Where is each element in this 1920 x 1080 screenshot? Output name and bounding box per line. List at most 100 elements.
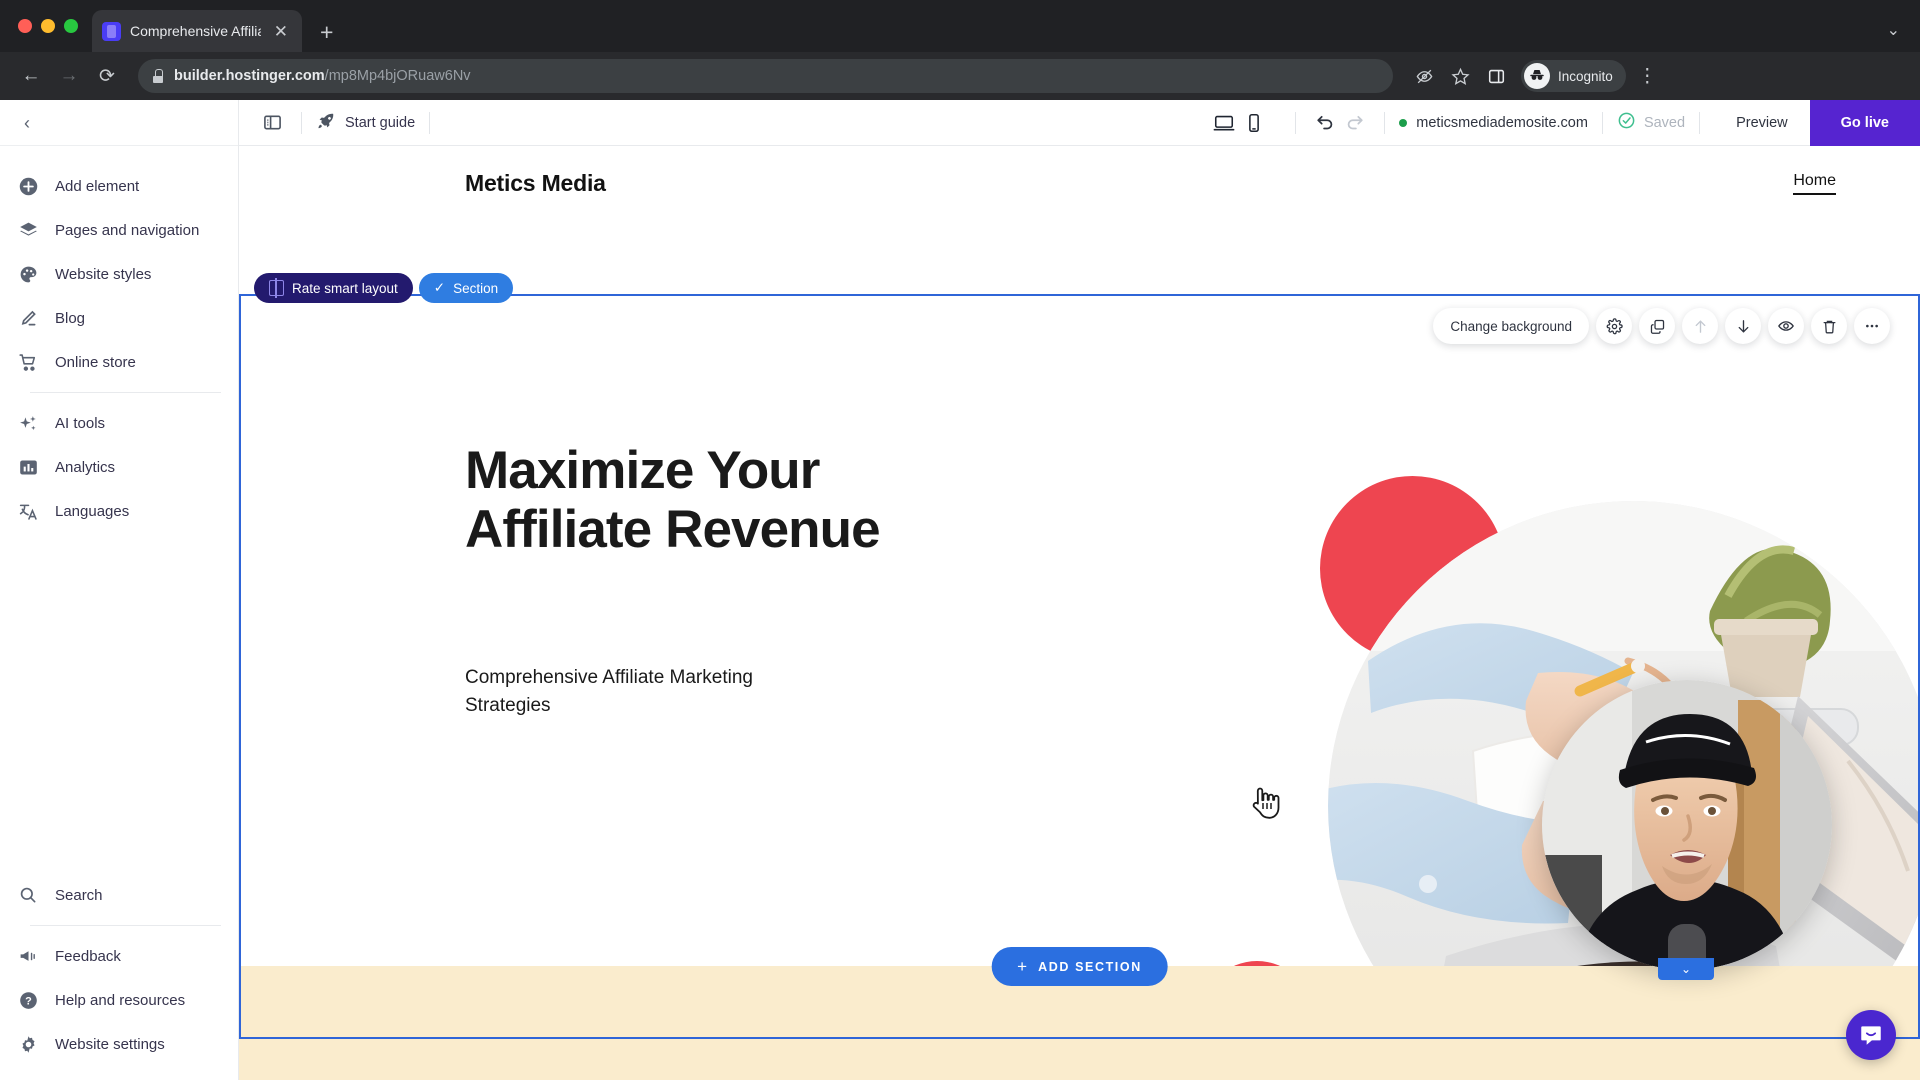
plus-icon: + xyxy=(1017,956,1028,976)
sidebar-item-website-settings[interactable]: Website settings xyxy=(0,1022,238,1066)
topbar-divider xyxy=(1384,111,1386,134)
presenter-webcam-circle[interactable] xyxy=(1542,680,1832,970)
eye-off-icon[interactable] xyxy=(1407,59,1441,93)
window-minimize-button[interactable] xyxy=(41,19,55,33)
browser-tab-title: Comprehensive Affiliate Marke xyxy=(130,23,261,39)
topbar-divider xyxy=(429,111,431,134)
hero-title[interactable]: Maximize Your Affiliate Revenue xyxy=(465,221,1105,560)
section-badge-label: Section xyxy=(453,280,499,296)
sidebar-item-pages-and-navigation[interactable]: Pages and navigation xyxy=(0,208,238,252)
add-section-label: ADD SECTION xyxy=(1038,959,1142,974)
rate-smart-layout-badge[interactable]: Rate smart layout xyxy=(254,273,413,303)
nav-link-home[interactable]: Home xyxy=(1793,172,1836,195)
side-panel-icon[interactable] xyxy=(1479,59,1513,93)
cart-icon xyxy=(17,351,39,373)
url-domain: builder.hostinger.com xyxy=(174,68,325,84)
address-bar-text: builder.hostinger.com/mp8Mp4bjORuaw6Nv xyxy=(174,68,471,84)
visibility-icon[interactable] xyxy=(1768,308,1804,344)
address-bar[interactable]: builder.hostinger.com/mp8Mp4bjORuaw6Nv xyxy=(138,59,1393,93)
topbar-divider xyxy=(1295,111,1297,134)
hero-subtitle[interactable]: Comprehensive Affiliate Marketing Strate… xyxy=(465,664,805,721)
webcam-collapse-button[interactable]: ⌄ xyxy=(1658,958,1714,980)
window-close-button[interactable] xyxy=(18,19,32,33)
sidebar-item-feedback[interactable]: Feedback xyxy=(0,934,238,978)
window-traffic-lights[interactable] xyxy=(14,0,92,52)
question-circle-icon: ? xyxy=(17,989,39,1011)
sidebar-item-ai-tools[interactable]: AI tools xyxy=(0,401,238,445)
sparkles-icon xyxy=(17,412,39,434)
sidebar-item-label: Website settings xyxy=(55,1035,165,1053)
forward-icon[interactable]: → xyxy=(52,59,86,93)
section-toolbar: Change background xyxy=(1433,308,1890,344)
saved-status: Saved xyxy=(1617,111,1685,134)
section-badge[interactable]: ✓ Section xyxy=(418,273,514,303)
sidebar-item-label: Add element xyxy=(55,177,140,195)
sidebar-item-label: Blog xyxy=(55,309,86,327)
sidebar-item-search[interactable]: Search xyxy=(0,873,238,917)
browser-tab[interactable]: Comprehensive Affiliate Marke ✕ xyxy=(92,10,302,52)
sidebar-item-add-element[interactable]: Add element xyxy=(0,164,238,208)
sidebar-item-blog[interactable]: Blog xyxy=(0,296,238,340)
move-down-icon[interactable] xyxy=(1725,308,1761,344)
site-domain-label: meticsmediademosite.com xyxy=(1416,114,1588,131)
topbar-divider xyxy=(301,111,302,134)
section-badges: Rate smart layout ✓ Section xyxy=(254,273,514,303)
chevron-down-icon[interactable]: ⌄ xyxy=(1887,20,1900,40)
sidebar-item-languages[interactable]: Languages xyxy=(0,489,238,533)
side-panel-toggle[interactable] xyxy=(257,108,287,138)
new-tab-button[interactable]: + xyxy=(320,21,333,44)
url-path: /mp8Mp4bjORuaw6Nv xyxy=(324,68,471,84)
window-maximize-button[interactable] xyxy=(64,19,78,33)
more-options-icon[interactable] xyxy=(1854,308,1890,344)
intercom-chat-button[interactable] xyxy=(1846,1010,1896,1060)
search-icon xyxy=(17,884,39,906)
mobile-icon[interactable] xyxy=(1239,108,1269,138)
reload-icon[interactable]: ⟳ xyxy=(90,59,124,93)
site-brand[interactable]: Metics Media xyxy=(465,170,606,197)
duplicate-icon[interactable] xyxy=(1639,308,1675,344)
gear-icon[interactable] xyxy=(1596,308,1632,344)
site-domain-chip[interactable]: meticsmediademosite.com xyxy=(1399,115,1588,131)
website-canvas: Metics Media Home Rate smart layout ✓ Se… xyxy=(239,146,1920,1080)
undo-icon[interactable] xyxy=(1310,108,1340,138)
close-icon[interactable]: ✕ xyxy=(270,21,292,42)
sidebar-bottom-list: Search Feedback ? Help and resources Web… xyxy=(0,873,238,1080)
builder-main: Start guide meticsmediademosite.com Save… xyxy=(239,99,1920,1080)
topbar-divider xyxy=(1699,111,1701,134)
sidebar-main-list: Add element Pages and navigation Website… xyxy=(0,146,238,533)
redo-icon[interactable] xyxy=(1340,108,1370,138)
profile-chip[interactable]: Incognito xyxy=(1521,60,1626,92)
pencil-icon xyxy=(17,307,39,329)
hostinger-favicon xyxy=(102,21,121,41)
sidebar-header: ‹ xyxy=(0,100,238,146)
builder-topbar: Start guide meticsmediademosite.com Save… xyxy=(239,99,1920,146)
trash-icon[interactable] xyxy=(1811,308,1847,344)
sidebar-item-analytics[interactable]: Analytics xyxy=(0,445,238,489)
preview-button[interactable]: Preview xyxy=(1714,115,1810,131)
browser-tabstrip: Comprehensive Affiliate Marke ✕ + ⌄ xyxy=(0,0,1920,52)
sidebar-back-button[interactable]: ‹ xyxy=(24,114,30,132)
status-dot xyxy=(1399,118,1408,127)
builder-app: ‹ Add element Pages and navigation Websi xyxy=(0,99,1920,1080)
sidebar-item-label: Languages xyxy=(55,502,130,520)
browser-menu-icon[interactable]: ⋮ xyxy=(1628,65,1667,88)
go-live-button[interactable]: Go live xyxy=(1809,99,1920,146)
sidebar-item-website-styles[interactable]: Website styles xyxy=(0,252,238,296)
toolbar-right-group: Incognito ⋮ xyxy=(1407,59,1667,93)
palette-icon xyxy=(17,263,39,285)
rate-smart-layout-label: Rate smart layout xyxy=(292,280,398,296)
gear-icon xyxy=(17,1033,39,1055)
start-guide-button[interactable]: Start guide xyxy=(316,111,415,135)
sidebar-divider xyxy=(30,925,221,926)
desktop-icon[interactable] xyxy=(1209,108,1239,138)
move-up-icon[interactable] xyxy=(1682,308,1718,344)
left-sidebar: ‹ Add element Pages and navigation Websi xyxy=(0,100,239,1080)
plus-circle-icon xyxy=(17,175,39,197)
change-background-button[interactable]: Change background xyxy=(1433,308,1589,344)
back-icon[interactable]: ← xyxy=(14,59,48,93)
add-section-button[interactable]: + ADD SECTION xyxy=(991,947,1168,986)
sidebar-item-label: Pages and navigation xyxy=(55,221,200,239)
sidebar-item-online-store[interactable]: Online store xyxy=(0,340,238,384)
star-icon[interactable] xyxy=(1443,59,1477,93)
sidebar-item-help-and-resources[interactable]: ? Help and resources xyxy=(0,978,238,1022)
